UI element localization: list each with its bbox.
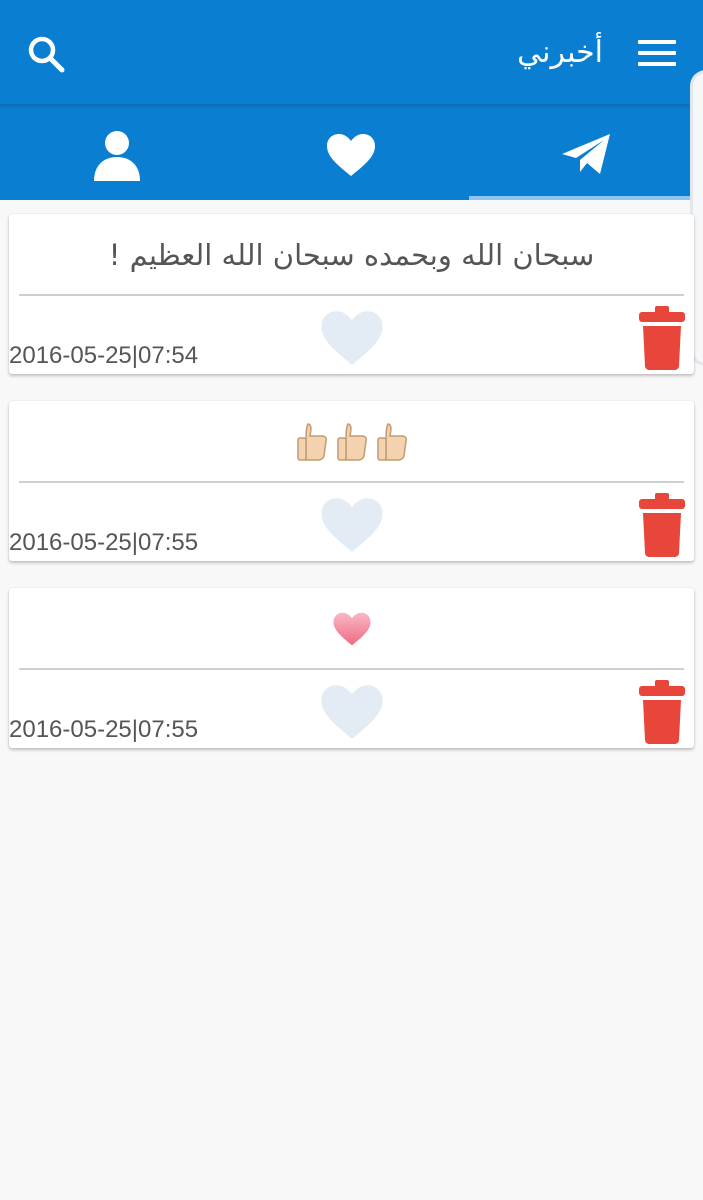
message-emoji bbox=[19, 604, 684, 654]
thumbs-up-icon bbox=[336, 423, 367, 461]
card-divider bbox=[19, 668, 684, 670]
trash-icon bbox=[639, 493, 685, 557]
menu-icon-bar bbox=[638, 51, 676, 55]
heart-emoji-icon bbox=[332, 612, 371, 646]
tab-favorites[interactable] bbox=[234, 110, 468, 200]
tab-bar bbox=[0, 110, 703, 200]
like-button[interactable] bbox=[319, 310, 385, 366]
search-icon bbox=[28, 36, 65, 73]
heart-icon bbox=[321, 498, 383, 552]
menu-icon bbox=[638, 40, 676, 44]
message-timestamp: 2016-05-25|07:54 bbox=[9, 342, 199, 369]
person-icon bbox=[94, 131, 140, 181]
trash-icon bbox=[639, 680, 685, 744]
thumbs-up-icon bbox=[376, 423, 407, 461]
message-emoji bbox=[19, 417, 684, 467]
trash-icon bbox=[639, 306, 685, 370]
message-card: 2016-05-25|07:55 bbox=[9, 401, 694, 561]
delete-button[interactable] bbox=[639, 493, 685, 557]
active-tab-indicator bbox=[469, 196, 703, 200]
paper-plane-icon bbox=[562, 134, 610, 174]
message-card: 2016-05-25|07:55 bbox=[9, 588, 694, 748]
message-timestamp: 2016-05-25|07:55 bbox=[9, 529, 199, 556]
delete-button[interactable] bbox=[639, 306, 685, 370]
message-text: سبحان الله وبحمده سبحان الله العظيم ! bbox=[108, 238, 595, 272]
heart-icon bbox=[321, 685, 383, 739]
like-button[interactable] bbox=[319, 684, 385, 740]
menu-icon-bar bbox=[638, 62, 676, 66]
message-card: سبحان الله وبحمده سبحان الله العظيم ! 20… bbox=[9, 214, 694, 374]
tab-profile[interactable] bbox=[0, 110, 234, 200]
card-divider bbox=[19, 481, 684, 483]
heart-icon bbox=[321, 311, 383, 365]
heart-icon bbox=[327, 134, 375, 176]
card-divider bbox=[19, 294, 684, 296]
delete-button[interactable] bbox=[639, 680, 685, 744]
tab-sent[interactable] bbox=[469, 110, 703, 200]
message-timestamp: 2016-05-25|07:55 bbox=[9, 716, 199, 743]
app-title: أخبرني bbox=[517, 35, 603, 70]
thumbs-up-icon bbox=[296, 423, 327, 461]
search-button[interactable] bbox=[26, 34, 66, 74]
like-button[interactable] bbox=[319, 497, 385, 553]
menu-button[interactable] bbox=[638, 38, 676, 68]
